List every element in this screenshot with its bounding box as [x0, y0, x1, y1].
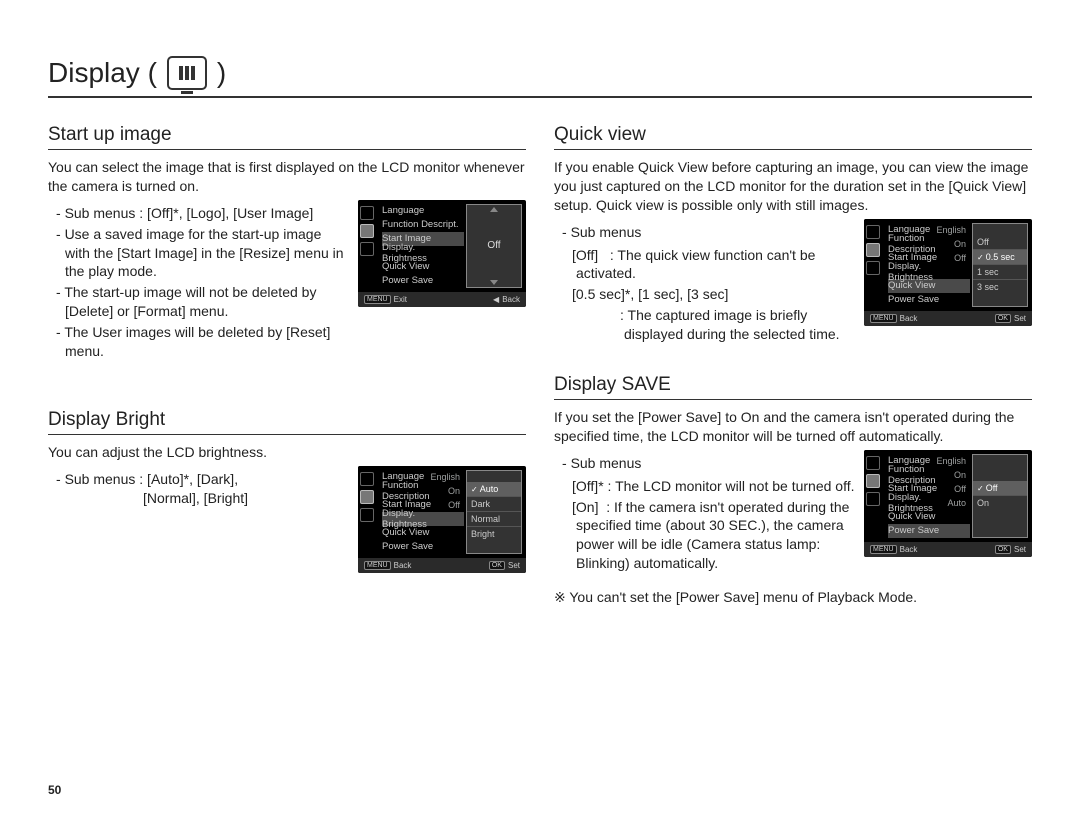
- save-intro: If you set the [Power Save] to On and th…: [554, 408, 1032, 446]
- lcd-quick: LanguageEnglish Function DescriptionOn S…: [864, 219, 1032, 326]
- list-item: The User images will be deleted by [Rese…: [56, 323, 350, 361]
- save-sub-label: Sub menus: [554, 454, 856, 473]
- chevron-down-icon: [490, 280, 498, 285]
- quick-intro: If you enable Quick View before capturin…: [554, 158, 1032, 215]
- left-column: Start up image You can select the image …: [48, 114, 526, 620]
- section-quick-title: Quick view: [554, 124, 1032, 150]
- list-item: Use a saved image for the start-up image…: [56, 225, 350, 282]
- startup-intro: You can select the image that is first d…: [48, 158, 526, 196]
- save-note: ※ You can't set the [Power Save] menu of…: [554, 589, 1032, 606]
- section-save-title: Display SAVE: [554, 374, 1032, 400]
- display-icon: [167, 56, 207, 90]
- startup-off-label: Off: [487, 214, 500, 278]
- list-item: Sub menus: [562, 223, 856, 242]
- list-item: Sub menus : [Auto]*, [Dark], [Normal], […: [56, 470, 350, 508]
- section-bright-title: Display Bright: [48, 409, 526, 435]
- list-item: The start-up image will not be deleted b…: [56, 283, 350, 321]
- quick-items: [Off] : The quick view function can't be…: [554, 246, 856, 344]
- quick-sub-label: Sub menus: [554, 223, 856, 242]
- save-items: [Off]* : The LCD monitor will not be tur…: [554, 477, 856, 573]
- bright-bullets: Sub menus : [Auto]*, [Dark], [Normal], […: [48, 470, 350, 510]
- list-item: Sub menus: [562, 454, 856, 473]
- section-startup-title: Start up image: [48, 124, 526, 150]
- chevron-up-icon: [490, 207, 498, 212]
- page-number: 50: [48, 783, 61, 797]
- lcd-bright: LanguageEnglish Function DescriptionOn S…: [358, 466, 526, 573]
- lcd-save: LanguageEnglish Function DescriptionOn S…: [864, 450, 1032, 557]
- right-column: Quick view If you enable Quick View befo…: [554, 114, 1032, 620]
- page-title: Display ( ): [48, 56, 1032, 98]
- title-text-1: Display (: [48, 57, 157, 89]
- list-item: Sub menus : [Off]*, [Logo], [User Image]: [56, 204, 350, 223]
- bright-intro: You can adjust the LCD brightness.: [48, 443, 526, 462]
- lcd-startup: Language Function Descript. Start Image …: [358, 200, 526, 307]
- title-text-2: ): [217, 57, 226, 89]
- startup-bullets: Sub menus : [Off]*, [Logo], [User Image]…: [48, 204, 350, 363]
